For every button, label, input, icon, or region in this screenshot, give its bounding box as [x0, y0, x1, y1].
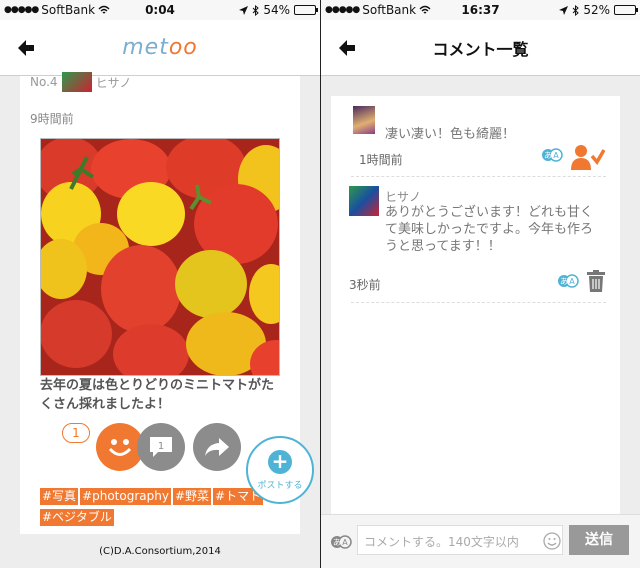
- smile-icon: [108, 439, 132, 456]
- svg-text:A: A: [342, 538, 348, 547]
- comment-text: 凄い凄い！色も綺麗！: [385, 127, 516, 142]
- translate-icon[interactable]: あA: [330, 535, 352, 549]
- post-screen: ●●●●● SoftBank 0:04 54% metoo No.4 ヒサノ 9…: [0, 0, 320, 568]
- send-button[interactable]: 送信: [569, 525, 629, 555]
- avatar: [61, 72, 92, 92]
- comment-button[interactable]: 1: [137, 423, 185, 471]
- battery-percent: 54%: [263, 3, 290, 17]
- avatar[interactable]: [353, 106, 375, 134]
- comment-author: ヒサノ: [385, 190, 422, 204]
- post-photo[interactable]: [40, 138, 280, 376]
- svg-text:あ: あ: [560, 277, 568, 286]
- trash-icon[interactable]: [587, 270, 605, 292]
- avatar[interactable]: [349, 186, 379, 216]
- comment-input-bar: あA コメントする。140文字以内 送信: [321, 514, 640, 568]
- back-arrow-icon[interactable]: [337, 38, 357, 58]
- comments-list: 凄い凄い！色も綺麗！ 1時間前 あA ヒサノ ありがとうございます！どれも甘くて…: [331, 96, 620, 514]
- tag[interactable]: #野菜: [172, 488, 212, 505]
- user-name: ヒサノ: [95, 75, 132, 90]
- divider: [351, 176, 606, 177]
- svg-text:1: 1: [158, 441, 164, 452]
- location-icon: [559, 5, 569, 15]
- page-title: コメント一覧: [432, 39, 529, 59]
- tag[interactable]: #photography: [80, 488, 171, 505]
- comment-time: 3秒前: [349, 278, 381, 292]
- translate-icon[interactable]: あA: [541, 148, 563, 162]
- nav-bar: コメント一覧: [321, 20, 640, 76]
- share-arrow-icon: [205, 438, 229, 456]
- translate-icon[interactable]: あA: [557, 274, 579, 288]
- post-time: 9時間前: [30, 112, 74, 126]
- back-arrow-icon[interactable]: [16, 38, 36, 58]
- plus-icon: +: [268, 449, 292, 474]
- emoji-icon[interactable]: [543, 532, 561, 550]
- app-logo: metoo: [122, 35, 198, 60]
- location-icon: [239, 5, 249, 15]
- comment-input[interactable]: コメントする。140文字以内: [357, 525, 563, 555]
- post-caption: 去年の夏は色とりどりのミニトマトがたくさん採れましたよ！: [40, 378, 275, 412]
- comment-text: ありがとうございます！どれも甘くて美味しかったですよ。今年も作ろうと思ってます！…: [385, 205, 594, 254]
- bluetooth-icon: [572, 4, 580, 16]
- svg-text:あ: あ: [333, 538, 341, 547]
- comments-area: 凄い凄い！色も綺麗！ 1時間前 あA ヒサノ ありがとうございます！どれも甘くて…: [321, 76, 640, 514]
- user-follow-check-icon[interactable]: [571, 144, 605, 170]
- comment-icon: 1: [150, 437, 172, 457]
- svg-text:あ: あ: [544, 151, 552, 160]
- copyright: (C)D.A.Consortium,2014: [99, 546, 221, 557]
- status-bar: ●●●●● SoftBank 0:04 54%: [0, 0, 320, 20]
- nav-bar: metoo: [0, 20, 320, 76]
- status-bar: ●●●●● SoftBank 16:37 52%: [321, 0, 640, 20]
- fab-label: ポストする: [257, 480, 303, 491]
- user-number: No.4: [30, 75, 58, 89]
- like-count-badge: 1: [62, 423, 90, 443]
- battery-icon: [614, 5, 638, 15]
- tag[interactable]: #写真: [40, 488, 79, 505]
- svg-text:A: A: [569, 277, 575, 286]
- divider: [351, 302, 606, 303]
- post-fab-button[interactable]: + ポストする: [246, 436, 314, 504]
- battery-icon: [294, 5, 318, 15]
- bluetooth-icon: [252, 4, 260, 16]
- share-button[interactable]: [193, 423, 241, 471]
- svg-text:A: A: [553, 151, 559, 160]
- comment-time: 1時間前: [359, 153, 403, 167]
- tag[interactable]: #ベジタブル: [40, 509, 114, 526]
- battery-percent: 52%: [583, 3, 610, 17]
- post-author[interactable]: No.4 ヒサノ: [30, 72, 131, 92]
- comments-screen: ●●●●● SoftBank 16:37 52% コメント一覧 凄い凄い！色も綺…: [321, 0, 640, 568]
